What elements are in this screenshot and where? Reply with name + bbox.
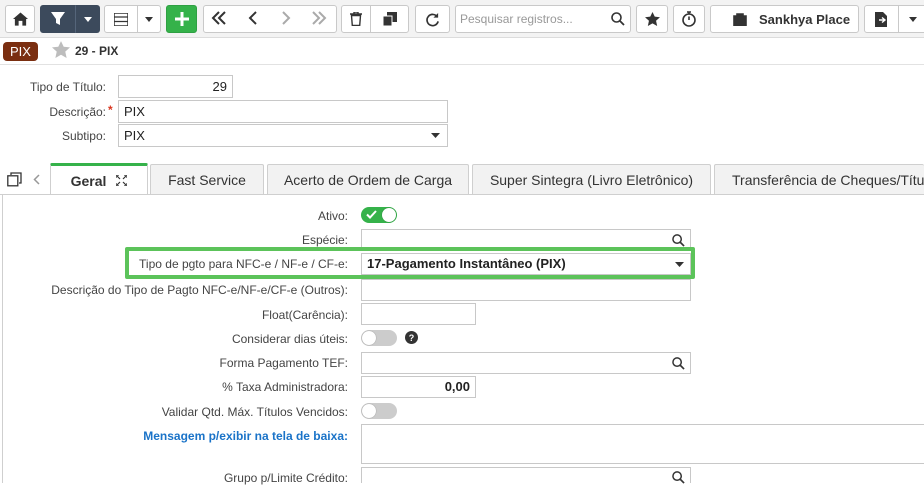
tab-label: Super Sintegra (Livro Eletrônico): [489, 172, 694, 188]
search-icon[interactable]: [672, 357, 685, 370]
tab-bar: Geral Fast Service Acerto de Ordem de Ca…: [0, 163, 924, 195]
grid-view-button[interactable]: [104, 5, 138, 33]
home-button[interactable]: [5, 5, 35, 33]
float-label: Float(Carência):: [261, 308, 348, 322]
toggle-knob: [362, 404, 376, 418]
title-bar: PIX 29 - PIX: [0, 38, 924, 65]
next-record-icon[interactable]: [281, 11, 291, 28]
required-marker: *: [108, 103, 113, 117]
forma-tef-field[interactable]: [361, 352, 691, 374]
record-badge: PIX: [3, 42, 38, 61]
first-record-icon[interactable]: [211, 11, 227, 28]
shop-bag-icon: [733, 13, 747, 26]
descricao-label: Descrição:: [49, 105, 106, 119]
considerar-label: Considerar dias úteis:: [231, 332, 348, 346]
tab-label: Acerto de Ordem de Carga: [283, 172, 453, 188]
tab-transferencia-cheques[interactable]: Transferência de Cheques/Títu: [714, 164, 924, 195]
trash-icon: [350, 12, 362, 26]
home-icon: [12, 12, 28, 26]
toggle-knob: [382, 208, 396, 222]
float-field[interactable]: [361, 303, 476, 325]
refresh-button[interactable]: [415, 5, 450, 33]
search-icon[interactable]: [672, 234, 685, 247]
file-export-icon: [875, 11, 887, 27]
page-title: 29 - PIX: [75, 44, 119, 58]
grid-view-dropdown-button[interactable]: [137, 5, 161, 33]
especie-label: Espécie:: [301, 233, 348, 247]
forma-tef-label: Forma Pagamento TEF:: [219, 356, 349, 370]
export-dropdown-button[interactable]: [898, 5, 924, 33]
tab-acerto-ordem-carga[interactable]: Acerto de Ordem de Carga: [267, 164, 469, 195]
sankhya-place-label: Sankhya Place: [759, 11, 851, 27]
timer-button[interactable]: [673, 5, 705, 33]
search-icon[interactable]: [611, 12, 625, 26]
check-icon: [366, 210, 377, 219]
duplicate-button[interactable]: [370, 5, 409, 33]
descricao-tipo-field[interactable]: [361, 279, 691, 301]
copy-icon: [382, 12, 397, 26]
considerar-toggle[interactable]: [361, 330, 397, 346]
tipo-titulo-field[interactable]: 29: [118, 75, 233, 98]
taxa-label: % Taxa Administradora:: [222, 380, 348, 394]
plus-icon: [174, 12, 189, 26]
filter-dropdown-button[interactable]: [75, 5, 100, 33]
refresh-icon: [426, 12, 439, 26]
taxa-field[interactable]: 0,00: [361, 376, 476, 398]
search-input[interactable]: [456, 6, 606, 32]
caret-down-icon: [431, 133, 440, 138]
highlight-frame: [125, 247, 695, 279]
tab-scroll-left-icon[interactable]: [33, 174, 40, 185]
filter-icon: [50, 12, 65, 25]
stopwatch-icon: [682, 11, 696, 27]
subtipo-label: Subtipo:: [61, 129, 106, 143]
tab-geral[interactable]: Geral: [50, 163, 148, 195]
pages-icon[interactable]: [7, 172, 22, 187]
toolbar: Sankhya Place: [0, 0, 924, 38]
sankhya-place-button[interactable]: Sankhya Place: [710, 5, 859, 33]
validar-label: Validar Qtd. Máx. Títulos Vencidos:: [161, 405, 348, 419]
toggle-knob: [362, 331, 376, 345]
caret-down-icon: [145, 16, 153, 22]
favorite-button[interactable]: [636, 5, 668, 33]
last-record-icon[interactable]: [311, 11, 327, 28]
descricao-field[interactable]: PIX: [118, 100, 448, 123]
taxa-value: 0,00: [444, 379, 470, 394]
tab-label: Geral: [70, 172, 107, 189]
svg-text:?: ?: [409, 333, 415, 343]
add-button[interactable]: [166, 5, 197, 33]
tipo-titulo-label: Tipo de Título:: [29, 80, 106, 94]
tab-fast-service[interactable]: Fast Service: [150, 164, 264, 195]
ativo-label: Ativo:: [317, 209, 348, 223]
list-grid-icon: [114, 12, 128, 26]
search-box: [455, 5, 631, 33]
tab-super-sintegra[interactable]: Super Sintegra (Livro Eletrônico): [472, 164, 711, 195]
ativo-toggle[interactable]: [361, 207, 397, 223]
caret-down-icon: [909, 16, 917, 22]
star-icon: [644, 12, 660, 26]
favorite-star-icon[interactable]: [52, 41, 70, 58]
tipo-titulo-value: 29: [212, 79, 227, 94]
filter-button[interactable]: [40, 5, 75, 33]
help-icon[interactable]: ?: [405, 331, 418, 344]
caret-down-icon: [83, 16, 92, 22]
export-button[interactable]: [864, 5, 899, 33]
descricao-tipo-label: Descrição do Tipo de Pagto NFC-e/NF-e/CF…: [51, 283, 348, 297]
subtipo-select[interactable]: PIX: [118, 124, 448, 147]
tab-label: Fast Service: [168, 172, 246, 188]
grupo-field[interactable]: [361, 467, 691, 484]
mensagem-label: Mensagem p/exibir na tela de baixa:: [143, 429, 348, 443]
subtipo-value: PIX: [124, 128, 145, 143]
tab-label: Transferência de Cheques/Títu: [732, 172, 924, 188]
expand-icon[interactable]: [116, 175, 128, 186]
previous-record-icon[interactable]: [248, 11, 258, 28]
validar-toggle[interactable]: [361, 403, 397, 419]
search-icon[interactable]: [672, 471, 685, 484]
mensagem-textarea[interactable]: [361, 424, 924, 464]
record-navigation: [203, 5, 337, 33]
delete-button[interactable]: [341, 5, 371, 33]
descricao-value: PIX: [124, 104, 145, 119]
